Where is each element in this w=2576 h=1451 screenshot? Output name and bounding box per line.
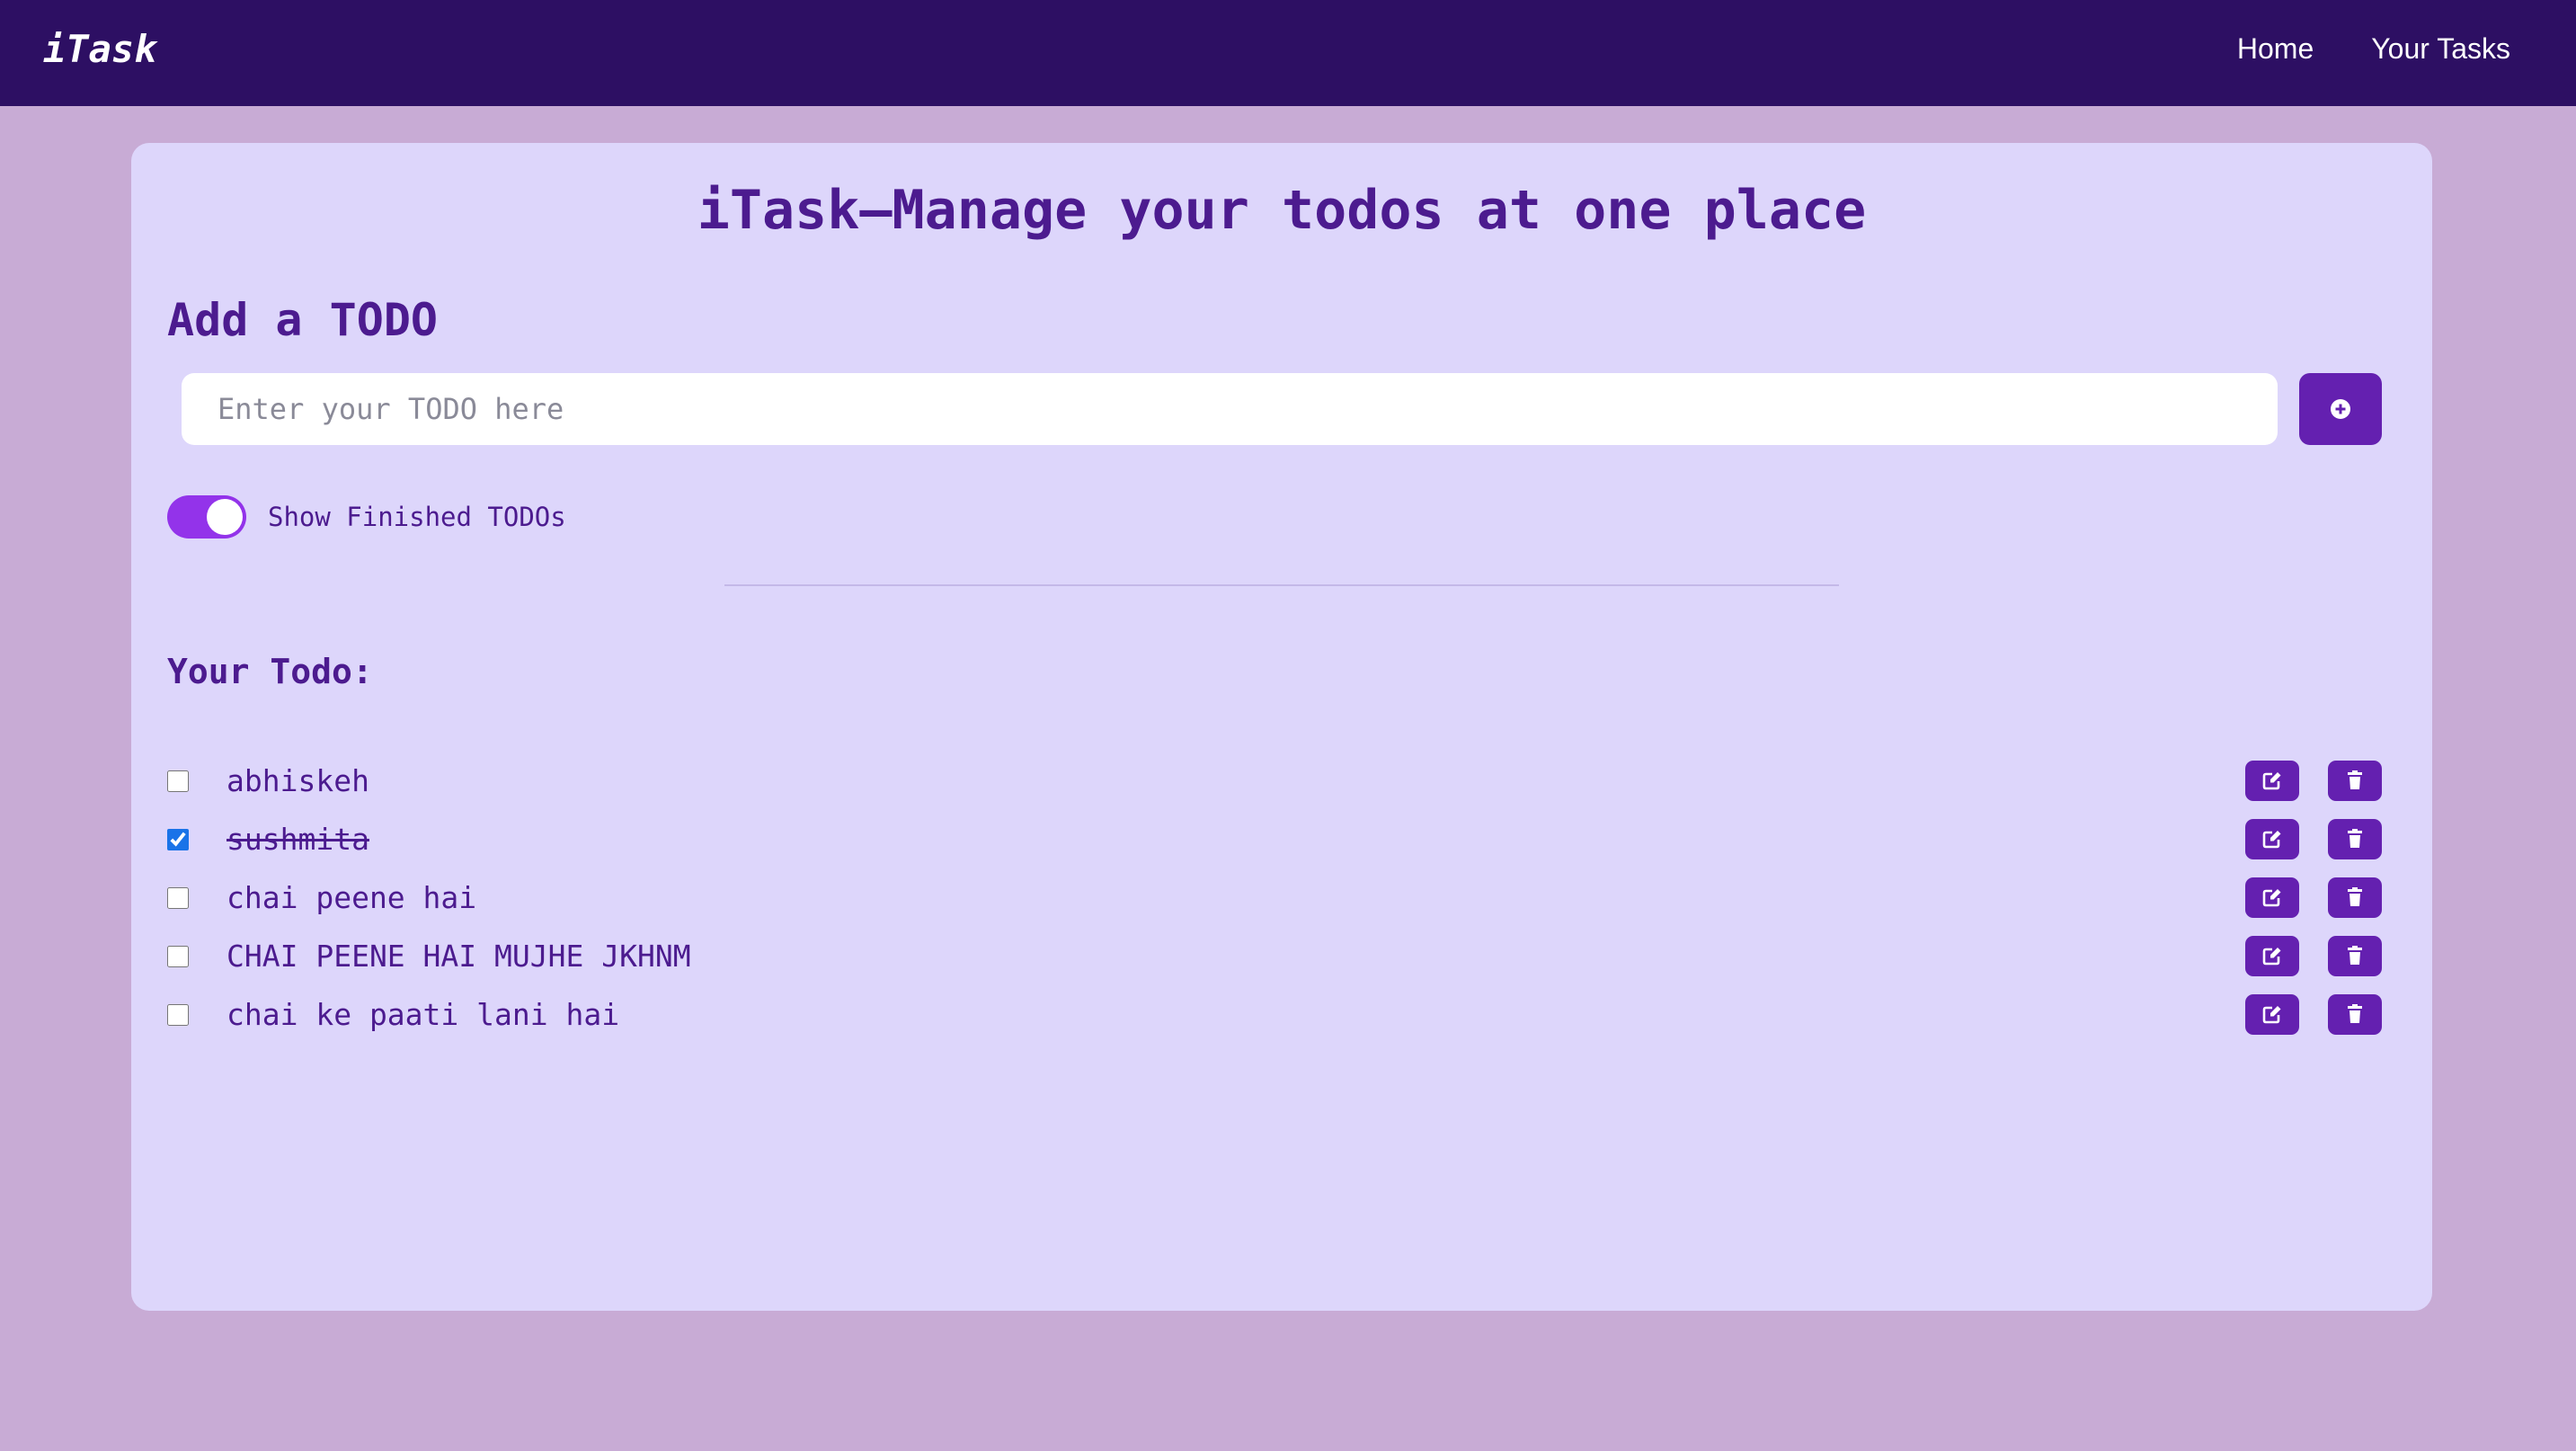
divider: [724, 584, 1839, 586]
nav-links: Home Your Tasks: [2237, 32, 2510, 66]
todo-actions: [2245, 994, 2382, 1035]
todo-text: chai peene hai: [227, 880, 477, 915]
delete-button[interactable]: [2328, 936, 2382, 976]
delete-button[interactable]: [2328, 819, 2382, 859]
delete-button[interactable]: [2328, 761, 2382, 801]
nav-link-home[interactable]: Home: [2237, 32, 2314, 66]
show-finished-label: Show Finished TODOs: [268, 502, 566, 532]
todo-checkbox[interactable]: [167, 1003, 189, 1026]
show-finished-row: Show Finished TODOs: [167, 495, 566, 539]
edit-button[interactable]: [2245, 877, 2299, 918]
todo-checkbox[interactable]: [167, 886, 189, 909]
trash-icon: [2348, 946, 2362, 965]
main-card: iTask—Manage your todos at one place Add…: [131, 143, 2432, 1311]
delete-button[interactable]: [2328, 877, 2382, 918]
edit-icon: [2262, 1006, 2281, 1024]
edit-icon: [2262, 889, 2281, 907]
todo-input[interactable]: [182, 373, 2278, 445]
todo-text: CHAI PEENE HAI MUJHE JKHNM: [227, 939, 691, 974]
todo-actions: [2245, 761, 2382, 801]
todo-checkbox[interactable]: [167, 770, 189, 792]
add-todo-button[interactable]: [2299, 373, 2382, 445]
navbar: iTask Home Your Tasks: [0, 0, 2576, 106]
trash-icon: [2348, 770, 2362, 789]
todo-checkbox[interactable]: [167, 945, 189, 967]
todo-text: abhiskeh: [227, 763, 369, 798]
edit-button[interactable]: [2245, 819, 2299, 859]
todo-item: chai peene hai: [167, 868, 2382, 927]
todo-actions: [2245, 819, 2382, 859]
todo-text: sushmita: [227, 822, 369, 857]
todo-actions: [2245, 936, 2382, 976]
todo-checkbox[interactable]: [167, 828, 189, 850]
trash-icon: [2348, 887, 2362, 906]
todo-item: chai ke paati lani hai: [167, 985, 2382, 1044]
toggle-knob: [207, 499, 243, 535]
nav-link-your-tasks[interactable]: Your Tasks: [2371, 32, 2510, 66]
delete-button[interactable]: [2328, 994, 2382, 1035]
todo-item: sushmita: [167, 810, 2382, 868]
todos-heading: Your Todo:: [167, 652, 373, 691]
todo-text: chai ke paati lani hai: [227, 997, 620, 1032]
edit-icon: [2262, 772, 2281, 790]
edit-button[interactable]: [2245, 936, 2299, 976]
todo-item: abhiskeh: [167, 752, 2382, 810]
trash-icon: [2348, 829, 2362, 848]
plus-circle-icon: [2331, 399, 2350, 419]
trash-icon: [2348, 1004, 2362, 1023]
edit-button[interactable]: [2245, 761, 2299, 801]
edit-icon: [2262, 948, 2281, 966]
edit-button[interactable]: [2245, 994, 2299, 1035]
todo-list: abhiskeh sushmita chai peene hai CHAI PE…: [167, 752, 2382, 1044]
todo-item: CHAI PEENE HAI MUJHE JKHNM: [167, 927, 2382, 985]
page-title: iTask—Manage your todos at one place: [697, 179, 1867, 242]
add-todo-heading: Add a TODO: [167, 294, 439, 346]
brand-logo[interactable]: iTask: [43, 27, 156, 71]
show-finished-toggle[interactable]: [167, 495, 246, 539]
edit-icon: [2262, 831, 2281, 849]
todo-actions: [2245, 877, 2382, 918]
